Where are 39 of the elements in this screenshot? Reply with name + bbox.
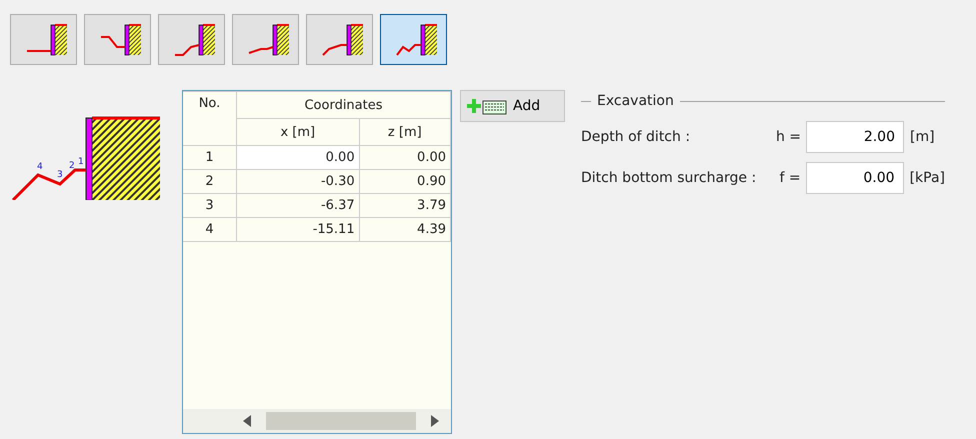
group-title: Excavation [597, 93, 674, 109]
add-button[interactable]: Add [460, 90, 565, 122]
scroll-right-icon[interactable] [431, 415, 439, 427]
point-label: 4 [37, 162, 43, 172]
ditch-type-button[interactable] [158, 14, 225, 65]
point-label: 3 [57, 170, 63, 180]
ditch-type-button[interactable] [10, 14, 77, 65]
column-header: x [m] [236, 118, 360, 146]
input-field[interactable]: 0.00 [806, 162, 904, 194]
column-header: No. [183, 92, 236, 146]
field-label: Ditch bottom surcharge : [581, 170, 758, 186]
ditch-type-button[interactable] [306, 14, 373, 65]
unit-label: [kPa] [910, 170, 945, 186]
symbol-label: f = [778, 170, 801, 186]
table-cell: 0.00 [236, 146, 360, 170]
point-label: 2 [69, 161, 75, 171]
input-field[interactable]: 2.00 [806, 121, 904, 153]
ditch-type-button[interactable] [232, 14, 299, 65]
ditch-type-button[interactable] [84, 14, 151, 65]
symbol-label: h = [774, 129, 801, 145]
scrollbar-thumb[interactable] [266, 412, 416, 430]
point-label: 1 [78, 157, 84, 167]
column-header: z [m] [359, 118, 450, 146]
plus-keyboard-icon [467, 96, 507, 116]
table-cell: -0.30 [236, 170, 360, 194]
table-cell: 3 [183, 194, 236, 218]
table-cell: 0.90 [359, 170, 450, 194]
column-header: Coordinates [236, 92, 450, 118]
table-cell: 4 [183, 218, 236, 242]
table-cell: -6.37 [236, 194, 360, 218]
table-cell: 3.79 [359, 194, 450, 218]
table-cell: 4.39 [359, 218, 450, 242]
table-cell: -15.11 [236, 218, 360, 242]
ditch-type-button[interactable] [380, 14, 447, 65]
unit-label: [m] [910, 129, 935, 145]
scroll-left-icon[interactable] [243, 415, 251, 427]
table-cell: 2 [183, 170, 236, 194]
table-cell: 0.00 [359, 146, 450, 170]
field-label: Depth of ditch : [581, 129, 692, 145]
